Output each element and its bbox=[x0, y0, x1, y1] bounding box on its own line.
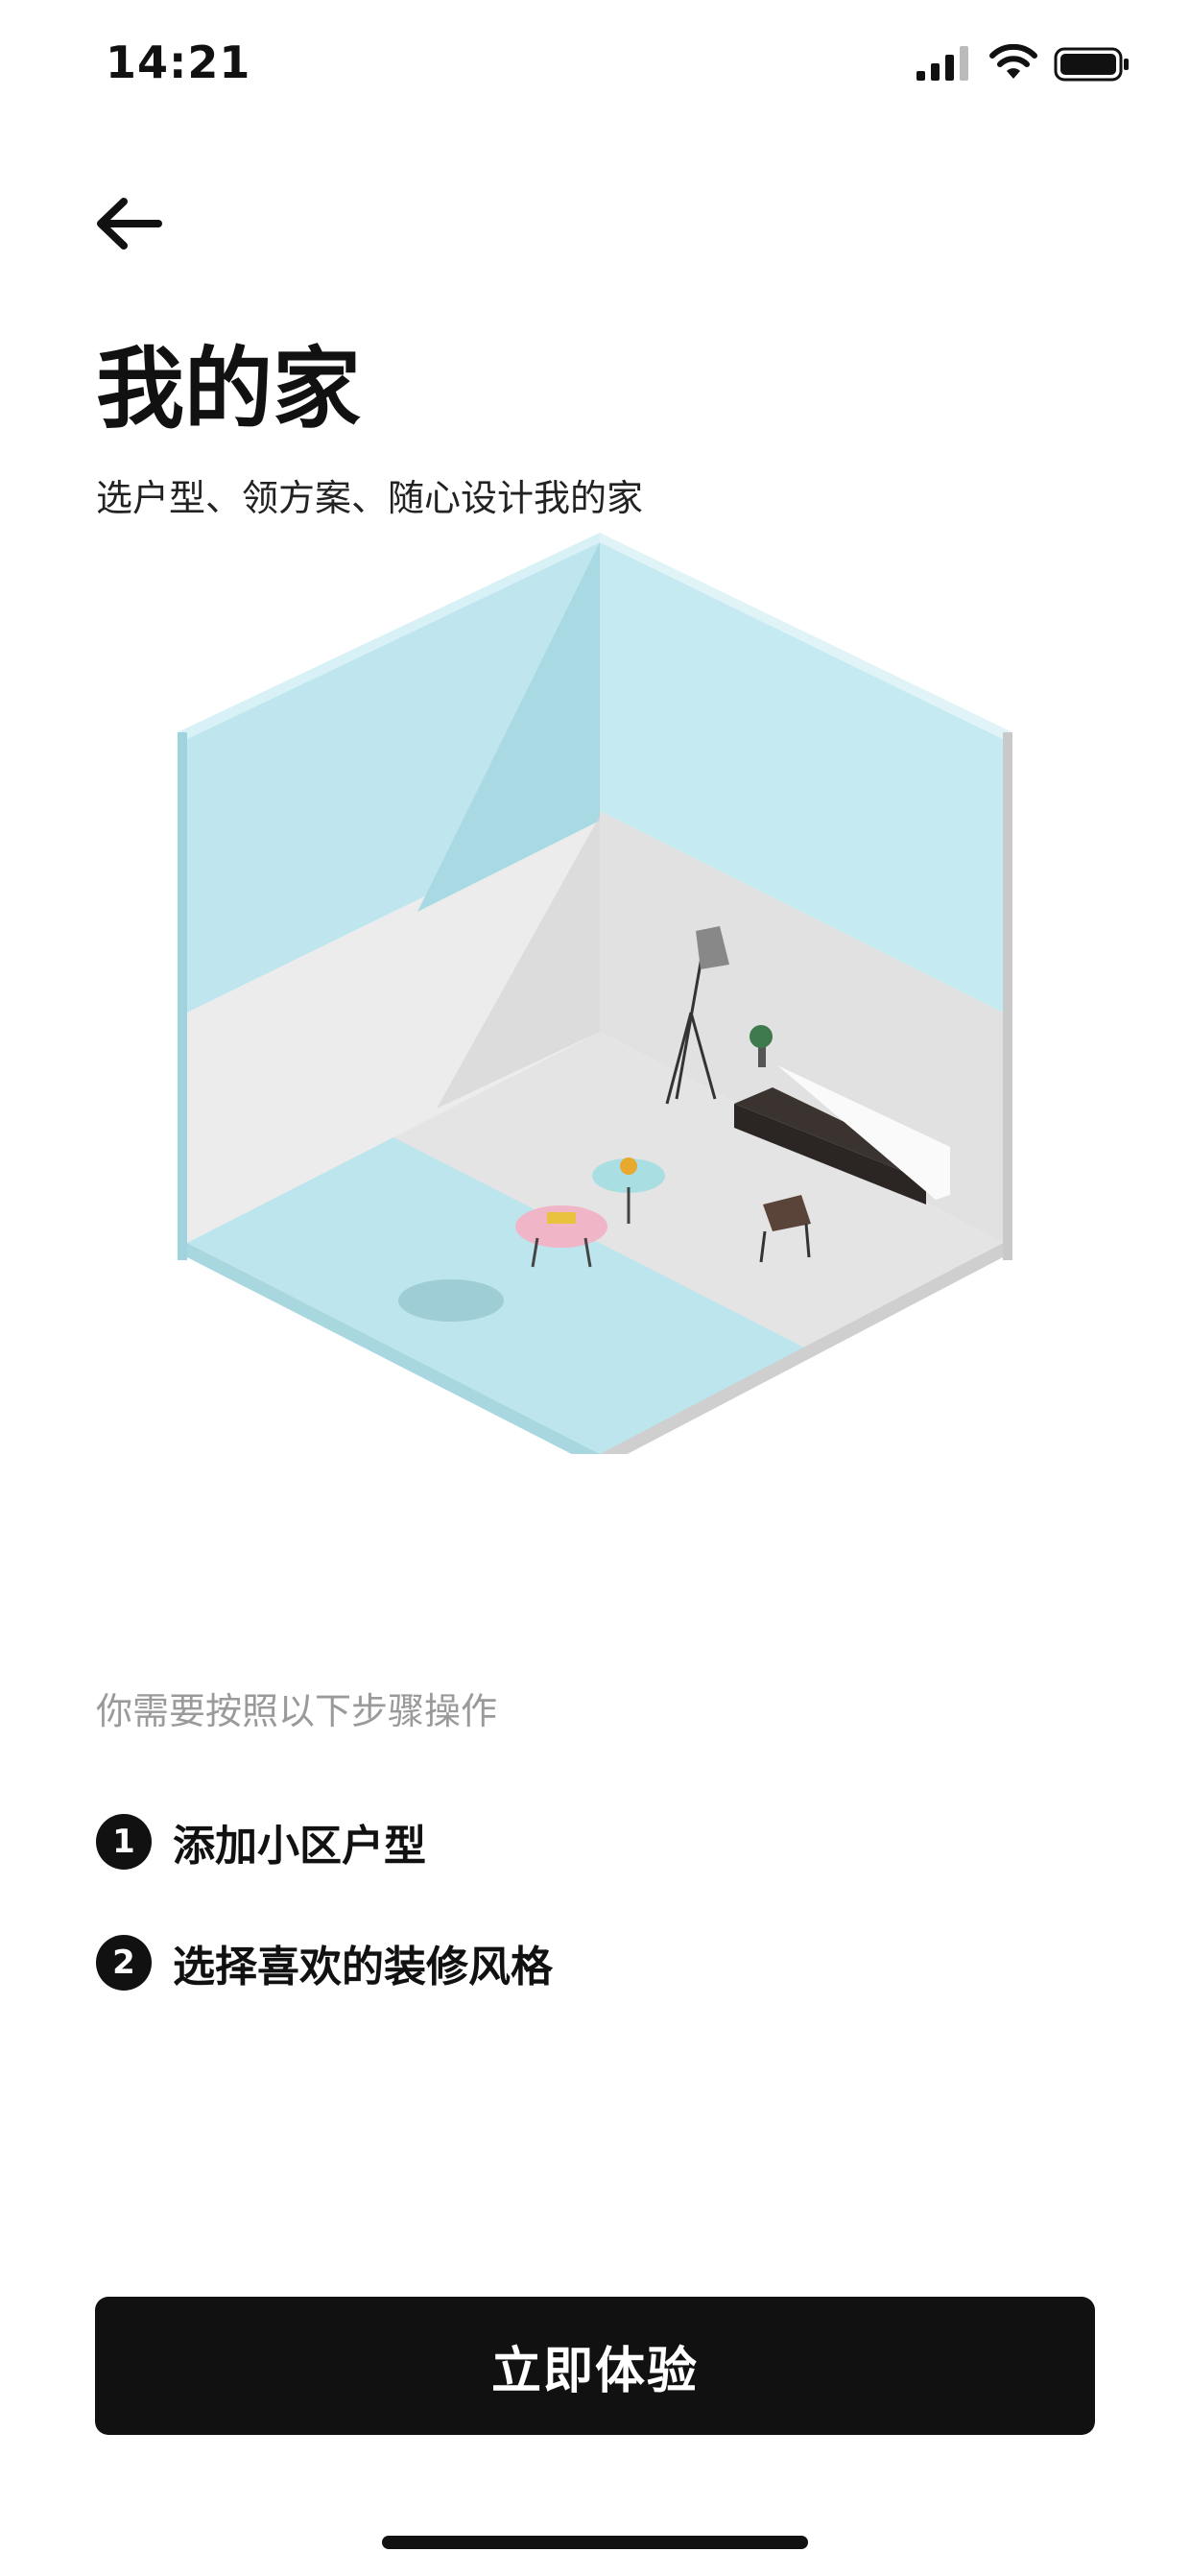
status-bar: 14:21 bbox=[0, 0, 1190, 134]
arrow-left-icon bbox=[97, 198, 162, 250]
step-item: 2 选择喜欢的装修风格 bbox=[96, 1932, 553, 1993]
cellular-signal-icon bbox=[916, 46, 968, 81]
step-label: 添加小区户型 bbox=[173, 1822, 426, 1871]
page-subtitle: 选户型、领方案、随心设计我的家 bbox=[96, 477, 644, 519]
step-number: 1 bbox=[96, 1814, 152, 1870]
steps-hint: 你需要按照以下步骤操作 bbox=[96, 1690, 498, 1732]
battery-icon bbox=[1054, 47, 1129, 82]
step-item: 1 添加小区户型 bbox=[96, 1811, 426, 1872]
page-title: 我的家 bbox=[96, 338, 362, 441]
step-label: 选择喜欢的装修风格 bbox=[173, 1943, 553, 1992]
try-now-button[interactable]: 立即体验 bbox=[95, 2297, 1095, 2435]
room-illustration bbox=[178, 533, 1012, 1454]
back-button[interactable] bbox=[91, 190, 168, 257]
step-number: 2 bbox=[96, 1935, 152, 1991]
home-indicator bbox=[382, 2536, 808, 2549]
status-time: 14:21 bbox=[106, 36, 251, 88]
wifi-icon bbox=[989, 44, 1037, 79]
